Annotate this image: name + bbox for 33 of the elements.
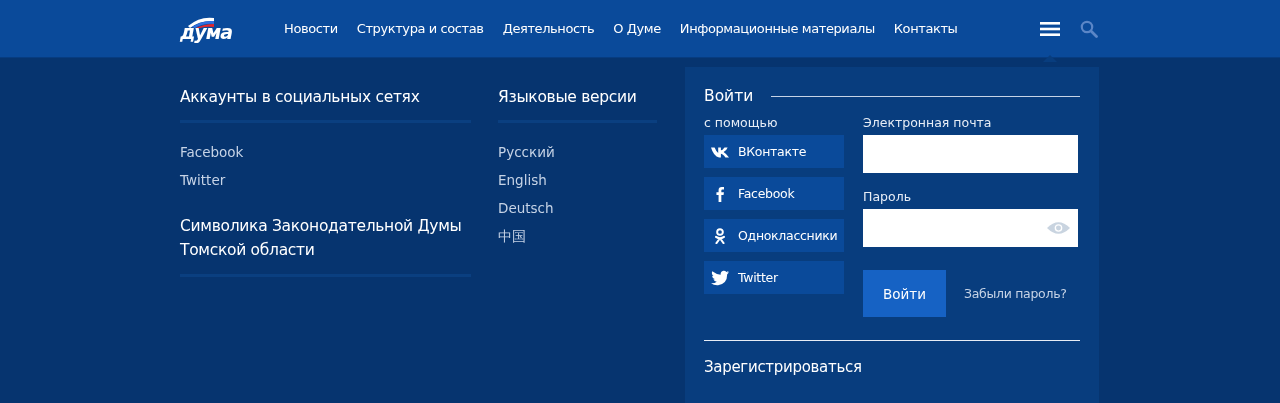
login-button[interactable]: Войти (863, 270, 946, 317)
email-field[interactable] (863, 135, 1078, 173)
nav-link[interactable]: Структура и состав (356, 21, 484, 36)
social-login-button[interactable]: Twitter (704, 261, 844, 294)
search-icon[interactable] (1080, 19, 1098, 38)
social-login-button[interactable]: Facebook (704, 177, 844, 210)
bird-icon (711, 269, 729, 286)
forgot-password-link[interactable]: Забыли пароль? (964, 286, 1067, 301)
nav-link[interactable]: Новости (284, 21, 338, 36)
section-heading: Языковые версии (498, 87, 638, 108)
social-link[interactable]: Facebook (180, 138, 471, 166)
nav-link[interactable]: Информационные материалы (679, 21, 875, 36)
field-label: Пароль (863, 189, 912, 205)
language-link[interactable]: Deutsch (498, 194, 657, 222)
language-link[interactable]: English (498, 166, 657, 194)
language-link[interactable]: Русский (498, 138, 657, 166)
nav-link[interactable]: Деятельность (502, 21, 595, 36)
social-login-button[interactable]: ВКонтакте (704, 135, 844, 168)
nav-link[interactable]: Контакты (893, 21, 958, 36)
social-link[interactable]: Twitter (180, 166, 471, 194)
login-title: Войти (704, 87, 754, 105)
password-field[interactable] (863, 209, 1078, 247)
logo[interactable]: дума (180, 15, 238, 42)
social-login-button[interactable]: Одноклассники (704, 219, 844, 252)
register-link[interactable]: Зарегистрироваться (704, 358, 1080, 376)
via-label: с помощью (704, 115, 779, 131)
menu-icon[interactable] (1040, 20, 1060, 37)
eye-icon[interactable] (1047, 221, 1070, 235)
section-heading[interactable]: Символика Законодательной Думы Томской области (180, 214, 471, 262)
language-link[interactable]: 中国 (498, 222, 657, 250)
field-label: Электронная почта (863, 115, 993, 131)
section-heading: Аккаунты в социальных сетях (180, 87, 421, 108)
nav-link[interactable]: О Думе (613, 21, 661, 36)
